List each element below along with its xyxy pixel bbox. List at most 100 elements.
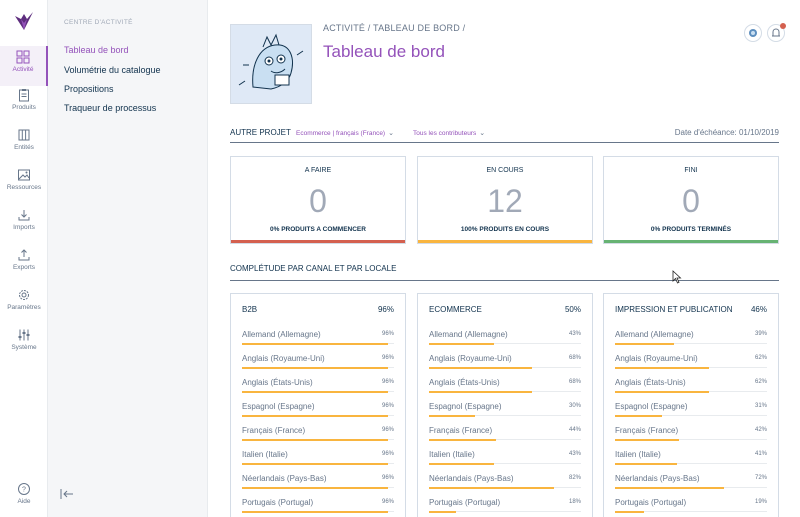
- sliders-icon: [18, 329, 30, 341]
- channel-card[interactable]: B2B 96% Allemand (Allemagne) 96% Anglais (Ro…: [230, 293, 406, 517]
- channel-name: IMPRESSION ET PUBLICATION: [615, 305, 733, 314]
- chevron-down-icon: ⌄: [388, 130, 394, 137]
- progress-fill: [429, 438, 496, 441]
- sidebar-item-dashboard[interactable]: Tableau de bord: [64, 45, 129, 55]
- help-icon: ?: [18, 483, 30, 495]
- locale-row: Italien (Italie) 43%: [429, 450, 581, 474]
- sidebar-item-process-tracker[interactable]: Traqueur de processus: [64, 103, 156, 113]
- nav-label: Aide: [17, 498, 31, 505]
- sidebar-title: CENTRE D'ACTIVITÉ: [64, 19, 133, 26]
- contributors-filter-dropdown[interactable]: Tous les contributeurs ⌄: [413, 129, 485, 137]
- channel-percent: 46%: [750, 305, 767, 314]
- locale-row: Anglais (Royaume-Uni) 62%: [615, 354, 767, 378]
- nav-item-aide[interactable]: ? Aide: [0, 480, 48, 517]
- mascot-illustration: [238, 33, 304, 90]
- status-card-todo[interactable]: A FAIRE 0 0% PRODUITS A COMMENCER: [230, 156, 406, 244]
- progress-track: [242, 510, 394, 513]
- progress-fill: [615, 366, 710, 369]
- progress-track: [429, 414, 581, 417]
- progress-track: [429, 390, 581, 393]
- status-bar: [604, 240, 778, 243]
- channel-card[interactable]: ECOMMERCE 50% Allemand (Allemagne) 43% Angla…: [417, 293, 593, 517]
- progress-track: [615, 342, 767, 345]
- contributors-filter-value: Tous les contributeurs: [413, 130, 477, 137]
- nav-item-activite[interactable]: Activité: [0, 46, 48, 86]
- progress-track: [615, 438, 767, 441]
- locale-row: Néerlandais (Pays-Bas) 82%: [429, 474, 581, 498]
- nav-item-systeme[interactable]: Système: [0, 326, 48, 366]
- locale-name: Italien (Italie): [429, 450, 475, 459]
- locale-row: Allemand (Allemagne) 96%: [242, 330, 394, 354]
- scope-filter-dropdown[interactable]: Ecommerce | français (France) ⌄: [296, 129, 394, 137]
- locale-name: Néerlandais (Pays-Bas): [242, 474, 327, 483]
- status-count: 0: [682, 183, 700, 219]
- nav-item-produits[interactable]: Produits: [0, 86, 48, 126]
- nav-item-imports[interactable]: Imports: [0, 206, 48, 246]
- progress-fill: [429, 486, 554, 489]
- nav-item-ressources[interactable]: Ressources: [0, 166, 48, 206]
- locale-value: 72%: [754, 475, 767, 481]
- channel-card[interactable]: IMPRESSION ET PUBLICATION 46% Allemand (Al…: [603, 293, 779, 517]
- notifications-button[interactable]: [767, 23, 786, 42]
- progress-fill: [242, 438, 388, 441]
- locale-name: Néerlandais (Pays-Bas): [615, 474, 700, 483]
- main-navigation: Activité Produits Entités Ressources Imp…: [0, 0, 48, 517]
- locale-name: Allemand (Allemagne): [429, 330, 508, 339]
- chevron-down-icon: ⌄: [479, 130, 486, 137]
- collapse-sidebar-icon[interactable]: [60, 488, 74, 500]
- main-content: ACTIVITÉ / TABLEAU DE BORD / Tableau de …: [208, 0, 800, 517]
- breadcrumb[interactable]: ACTIVITÉ / TABLEAU DE BORD /: [323, 23, 465, 33]
- nav-label: Entités: [14, 144, 34, 151]
- locale-name: Espagnol (Espagne): [615, 402, 688, 411]
- progress-fill: [429, 414, 475, 417]
- channel-name: ECOMMERCE: [429, 305, 482, 314]
- locale-value: 30%: [568, 403, 581, 409]
- progress-fill: [429, 342, 495, 345]
- locale-row: Anglais (Royaume-Uni) 96%: [242, 354, 394, 378]
- locale-value: 96%: [381, 331, 394, 337]
- progress-fill: [429, 366, 533, 369]
- nav-item-parametres[interactable]: Paramètres: [0, 286, 48, 326]
- locale-name: Anglais (Royaume-Uni): [615, 354, 698, 363]
- progress-track: [242, 462, 394, 465]
- status-card-done[interactable]: FINI 0 0% PRODUITS TERMINÉS: [603, 156, 779, 244]
- progress-fill: [615, 414, 663, 417]
- status-card-in-progress[interactable]: EN COURS 12 100% PRODUITS EN COURS: [417, 156, 593, 244]
- image-icon: [18, 169, 30, 181]
- activity-sidebar: CENTRE D'ACTIVITÉ Tableau de bord Volumé…: [48, 0, 208, 517]
- progress-track: [429, 366, 581, 369]
- locale-row: Allemand (Allemagne) 39%: [615, 330, 767, 354]
- nav-item-exports[interactable]: Exports: [0, 246, 48, 286]
- locale-name: Anglais (États-Unis): [429, 378, 500, 387]
- locale-name: Portugais (Portugal): [429, 498, 501, 507]
- status-count: 12: [487, 183, 523, 219]
- svg-text:?: ?: [22, 487, 26, 494]
- page-title: Tableau de bord: [323, 42, 445, 61]
- locale-value: 96%: [381, 451, 394, 457]
- locale-name: Néerlandais (Pays-Bas): [429, 474, 514, 483]
- locale-name: Espagnol (Espagne): [429, 402, 502, 411]
- sidebar-item-proposals[interactable]: Propositions: [64, 84, 114, 94]
- nav-label: Produits: [12, 104, 36, 111]
- locale-row: Portugais (Portugal) 96%: [242, 498, 394, 517]
- progress-track: [615, 510, 767, 513]
- nav-item-entites[interactable]: Entités: [0, 126, 48, 166]
- logo-icon[interactable]: [12, 10, 36, 32]
- sidebar-item-catalog-volume[interactable]: Volumétrie du catalogue: [64, 65, 161, 75]
- nav-label: Système: [11, 344, 37, 351]
- progress-fill: [242, 342, 388, 345]
- locale-name: Portugais (Portugal): [615, 498, 687, 507]
- locale-value: 42%: [754, 427, 767, 433]
- progress-fill: [615, 510, 644, 513]
- progress-fill: [615, 390, 710, 393]
- progress-track: [429, 342, 581, 345]
- progress-fill: [615, 342, 675, 345]
- locale-value: 68%: [568, 379, 581, 385]
- progress-track: [615, 390, 767, 393]
- locale-value: 62%: [754, 379, 767, 385]
- progress-fill: [615, 462, 678, 465]
- locale-name: Italien (Italie): [615, 450, 661, 459]
- project-filter-label: AUTRE PROJET: [230, 128, 291, 137]
- user-avatar-button[interactable]: [744, 24, 762, 42]
- locale-value: 96%: [381, 427, 394, 433]
